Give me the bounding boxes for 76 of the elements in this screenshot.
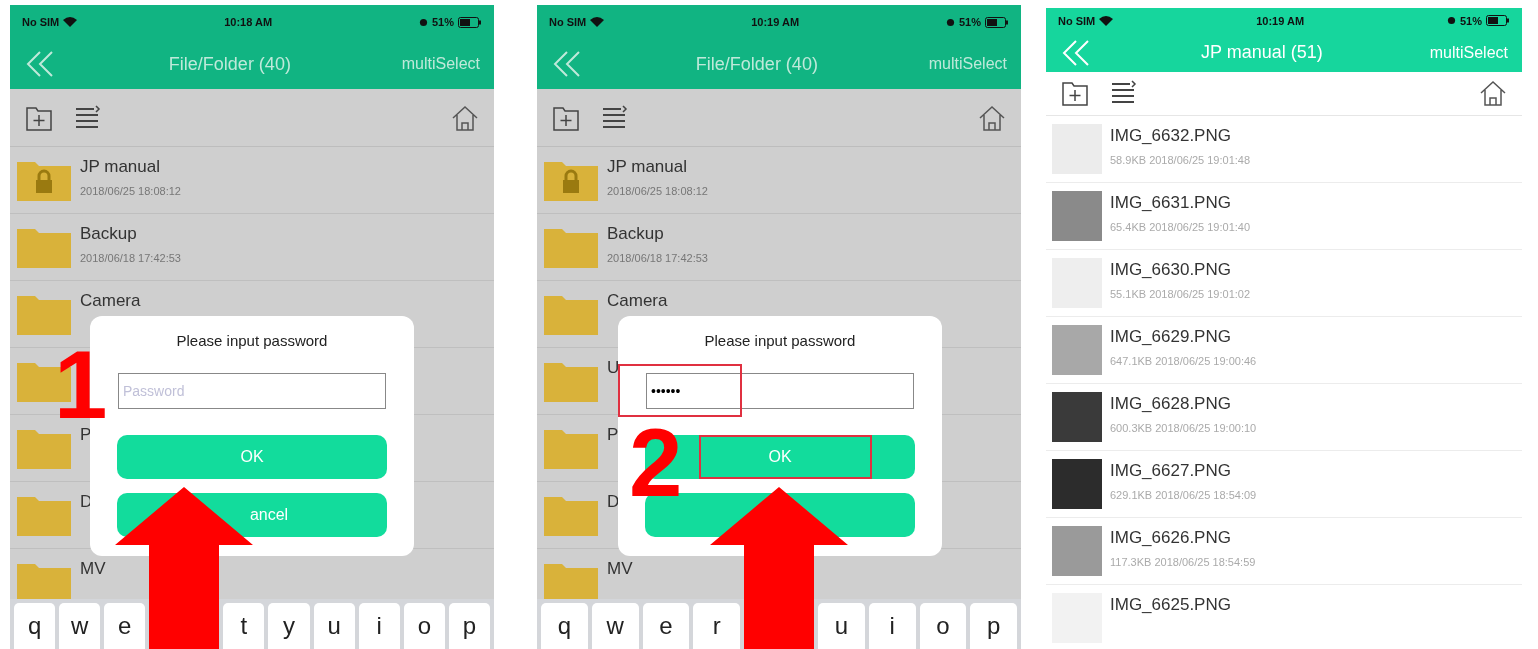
folder-date: 2018/06/25 18:08:12 bbox=[607, 185, 708, 197]
file-details: 647.1KB 2018/06/25 19:00:46 bbox=[1110, 355, 1257, 367]
file-details: 629.1KB 2018/06/25 18:54:09 bbox=[1110, 489, 1257, 501]
dialog-title: Please input password bbox=[176, 332, 328, 349]
keyboard-key[interactable]: i bbox=[358, 603, 400, 649]
file-name: IMG_6629.PNG bbox=[1110, 327, 1232, 347]
keyboard-key[interactable]: w bbox=[591, 603, 639, 649]
folder-name: MV bbox=[80, 559, 106, 579]
folder-name: Camera bbox=[607, 291, 668, 311]
dialog-title: Please input password bbox=[704, 332, 856, 349]
folder-date: 2018/06/25 18:08:12 bbox=[80, 185, 181, 197]
file-name: IMG_6632.PNG bbox=[1110, 126, 1232, 146]
keyboard-key[interactable]: w bbox=[59, 603, 101, 649]
keyboard-key[interactable]: t bbox=[223, 603, 265, 649]
keyboard-key[interactable]: u bbox=[818, 603, 865, 649]
folder-name: P bbox=[607, 425, 619, 445]
image-thumbnail bbox=[1052, 325, 1102, 375]
carrier-text: No SIM bbox=[22, 16, 60, 28]
file-details: 55.1KB 2018/06/25 19:01:02 bbox=[1110, 288, 1251, 300]
image-thumbnail bbox=[1052, 392, 1102, 442]
battery-icon bbox=[985, 16, 1009, 28]
file-name: IMG_6630.PNG bbox=[1110, 260, 1232, 280]
clock-text: 10:19 AM bbox=[1255, 14, 1306, 27]
clock-text: 10:19 AM bbox=[750, 16, 801, 28]
wifi-icon bbox=[590, 17, 605, 27]
wifi-icon bbox=[1099, 15, 1114, 26]
keyboard-key[interactable]: p bbox=[448, 603, 490, 649]
folder-name: Camera bbox=[80, 291, 141, 311]
file-name: IMG_6627.PNG bbox=[1110, 461, 1232, 481]
folder-name: Backup bbox=[607, 224, 665, 244]
keyboard-key[interactable]: o bbox=[403, 603, 445, 649]
file-details: 600.3KB 2018/06/25 19:00:10 bbox=[1110, 422, 1257, 434]
folder-name: MV bbox=[607, 559, 633, 579]
keyboard-key[interactable]: p bbox=[970, 603, 1017, 649]
image-thumbnail bbox=[1052, 191, 1102, 241]
file-name: IMG_6625.PNG bbox=[1110, 595, 1231, 615]
keyboard-key[interactable]: q bbox=[541, 603, 588, 649]
file-name: IMG_6626.PNG bbox=[1110, 528, 1232, 548]
file-details: 58.9KB 2018/06/25 19:01:48 bbox=[1110, 154, 1251, 166]
keyboard-key[interactable]: o bbox=[919, 603, 967, 649]
folder-date: 2018/06/18 17:42:53 bbox=[80, 252, 181, 264]
keyboard-key[interactable]: q bbox=[14, 603, 56, 649]
password-field[interactable]: Password bbox=[118, 373, 386, 409]
keyboard-key[interactable]: e bbox=[642, 603, 690, 649]
wifi-icon bbox=[63, 17, 78, 27]
folder-name: Backup bbox=[80, 224, 138, 244]
battery-percent: 51% bbox=[431, 16, 454, 28]
file-details: 65.4KB 2018/06/25 19:01:40 bbox=[1110, 221, 1251, 233]
up-arrow-icon bbox=[710, 487, 848, 649]
keyboard-key[interactable]: r bbox=[693, 603, 740, 649]
home-icon[interactable] bbox=[1478, 78, 1508, 109]
clock-text: 10:18 AM bbox=[223, 16, 274, 28]
file-details: 117.3KB 2018/06/25 18:54:59 bbox=[1110, 556, 1256, 568]
screen-title: File/Folder (40) bbox=[167, 53, 292, 75]
folder-name: U bbox=[607, 358, 620, 378]
battery-icon bbox=[1486, 15, 1510, 27]
keyboard-key[interactable]: y bbox=[268, 603, 310, 649]
keyboard-key[interactable]: u bbox=[313, 603, 355, 649]
password-field[interactable]: •••••• bbox=[646, 373, 914, 409]
battery-percent: 51% bbox=[958, 16, 981, 28]
carrier-text: No SIM bbox=[1058, 14, 1096, 27]
folder-name: D bbox=[607, 492, 620, 512]
screen-title: JP manual (51) bbox=[1200, 42, 1324, 64]
battery-icon bbox=[458, 16, 482, 28]
keyboard-key[interactable]: i bbox=[868, 603, 916, 649]
folder-name: JP manual bbox=[80, 157, 161, 177]
screen-title: File/Folder (40) bbox=[694, 53, 819, 75]
file-name: IMG_6631.PNG bbox=[1110, 193, 1232, 213]
image-thumbnail bbox=[1052, 459, 1102, 509]
folder-date: 2018/06/18 17:42:53 bbox=[607, 252, 708, 264]
carrier-text: No SIM bbox=[549, 16, 587, 28]
image-thumbnail bbox=[1052, 526, 1102, 576]
keyboard-key[interactable]: e bbox=[104, 603, 146, 649]
file-name: IMG_6628.PNG bbox=[1110, 394, 1232, 414]
folder-name: JP manual bbox=[607, 157, 688, 177]
battery-percent: 51% bbox=[1459, 14, 1482, 27]
